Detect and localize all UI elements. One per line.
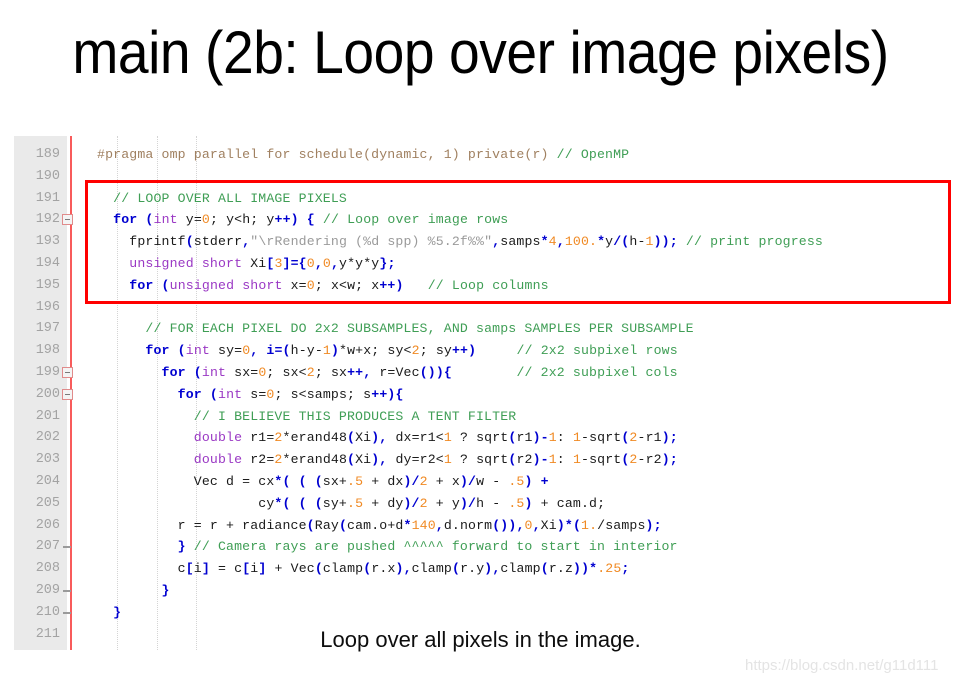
line-number: 201 — [35, 408, 60, 424]
line-number: 189 — [35, 147, 60, 162]
code-line[interactable]: 207 } // Camera rays are pushed ^^^^^ fo… — [0, 536, 961, 558]
code-line-text: } — [113, 604, 122, 620]
line-number: 195 — [35, 277, 60, 293]
code-line[interactable]: 196 — [0, 297, 961, 319]
code-line[interactable]: 202 double r1=2*erand48(Xi), dx=r1<1 ? s… — [0, 427, 961, 449]
line-number: 194 — [35, 256, 60, 271]
code-line-text: for (int s=0; s<samps; s++){ — [177, 386, 404, 402]
code-line[interactable]: 193 fprintf(stderr,"\rRendering (%d spp)… — [0, 231, 961, 253]
line-number: 198 — [35, 343, 60, 359]
code-line[interactable]: 203 double r2=2*erand48(Xi), dy=r2<1 ? s… — [0, 449, 961, 471]
code-fold-end-icon[interactable] — [63, 546, 71, 549]
code-line-text: // FOR EACH PIXEL DO 2x2 SUBSAMPLES, AND… — [145, 321, 694, 337]
line-number: 190 — [35, 168, 60, 184]
code-line-text: #pragma omp parallel for schedule(dynami… — [97, 147, 630, 162]
line-number: 200 — [35, 386, 60, 402]
line-number: 204 — [35, 474, 60, 489]
page-title: main (2b: Loop over image pixels) — [72, 19, 889, 86]
line-number: 210 — [35, 604, 60, 620]
code-line-text: // LOOP OVER ALL IMAGE PIXELS — [113, 190, 347, 206]
line-number: 197 — [35, 321, 60, 337]
code-line-text: for (int sy=0, i=(h-y-1)*w+x; sy<2; sy++… — [145, 343, 678, 359]
code-line-text: double r2=2*erand48(Xi), dy=r2<1 ? sqrt(… — [193, 452, 678, 468]
code-line[interactable]: 195 for (unsigned short x=0; x<w; x++) /… — [0, 275, 961, 297]
code-line-text: for (int sx=0; sx<2; sx++, r=Vec()){ // … — [161, 365, 678, 380]
code-fold-collapse-icon[interactable] — [62, 214, 73, 226]
code-line-text: fprintf(stderr,"\rRendering (%d spp) %5.… — [97, 234, 823, 250]
line-number: 206 — [35, 517, 60, 533]
code-line[interactable]: 194 unsigned short Xi[3]={0,0,y*y*y}; — [0, 253, 961, 275]
line-number: 208 — [35, 561, 60, 577]
code-fold-end-icon[interactable] — [63, 611, 71, 614]
code-line-text: for (int y=0; y<h; y++) { // Loop over i… — [113, 212, 509, 228]
code-line[interactable]: 190 — [0, 166, 961, 188]
code-line-text: unsigned short Xi[3]={0,0,y*y*y}; — [129, 256, 396, 271]
code-line-text: c[i] = c[i] + Vec(clamp(r.x),clamp(r.y),… — [97, 561, 630, 577]
code-fold-end-icon[interactable] — [63, 590, 71, 592]
code-line-text: Vec d = cx*( ( (sx+.5 + dx)/2 + x)/w - .… — [97, 474, 549, 489]
code-line[interactable]: 189 #pragma omp parallel for schedule(dyn… — [0, 144, 961, 166]
code-fold-collapse-icon[interactable] — [62, 367, 73, 378]
code-line[interactable]: 205 cy*( ( (sy+.5 + dy)/2 + y)/h - .5) +… — [0, 493, 961, 515]
code-fold-collapse-icon[interactable] — [62, 388, 73, 400]
code-line[interactable]: 206 r = r + radiance(Ray(cam.o+d*140,d.n… — [0, 515, 961, 537]
line-number: 191 — [35, 190, 60, 206]
watermark-text: https://blog.csdn.net/g11d111 — [745, 657, 939, 674]
code-line[interactable]: 197 // FOR EACH PIXEL DO 2x2 SUBSAMPLES,… — [0, 318, 961, 340]
line-number: 209 — [35, 583, 60, 598]
code-line[interactable]: 209 } — [0, 580, 961, 602]
code-line-text: cy*( ( (sy+.5 + dy)/2 + y)/h - .5) + cam… — [97, 495, 606, 511]
line-number: 202 — [35, 430, 60, 446]
code-line-text: } // Camera rays are pushed ^^^^^ forwar… — [177, 539, 678, 555]
line-number: 207 — [35, 539, 60, 555]
line-number: 193 — [35, 234, 60, 250]
code-line-text: r = r + radiance(Ray(cam.o+d*140,d.norm(… — [97, 517, 662, 533]
code-line[interactable]: 208 c[i] = c[i] + Vec(clamp(r.x),clamp(r… — [0, 558, 961, 580]
code-line-text: } — [161, 583, 170, 598]
code-line-text: for (unsigned short x=0; x<w; x++) // Lo… — [129, 277, 549, 293]
line-number: 196 — [35, 299, 60, 315]
code-viewer[interactable]: 189 #pragma omp parallel for schedule(dyn… — [0, 136, 961, 650]
code-line[interactable]: 200 for (int s=0; s<samps; s++){ — [0, 384, 961, 406]
line-number: 192 — [35, 212, 60, 228]
line-number: 205 — [35, 495, 60, 511]
code-line[interactable]: 191 // LOOP OVER ALL IMAGE PIXELS — [0, 188, 961, 210]
code-line[interactable]: 204 Vec d = cx*( ( (sx+.5 + dx)/2 + x)/w… — [0, 471, 961, 493]
line-number: 203 — [35, 452, 60, 468]
code-line[interactable]: 199 for (int sx=0; sx<2; sx++, r=Vec()){… — [0, 362, 961, 384]
code-line-text: // I BELIEVE THIS PRODUCES A TENT FILTER — [193, 408, 517, 424]
code-line[interactable]: 192 for (int y=0; y<h; y++) { // Loop ov… — [0, 209, 961, 231]
code-line-text: double r1=2*erand48(Xi), dx=r1<1 ? sqrt(… — [193, 430, 678, 446]
line-number: 199 — [35, 365, 60, 380]
slide-caption: Loop over all pixels in the image. — [320, 627, 641, 652]
code-line[interactable]: 201 // I BELIEVE THIS PRODUCES A TENT FI… — [0, 406, 961, 428]
code-line[interactable]: 198 for (int sy=0, i=(h-y-1)*w+x; sy<2; … — [0, 340, 961, 362]
code-line[interactable]: 210 } — [0, 602, 961, 624]
